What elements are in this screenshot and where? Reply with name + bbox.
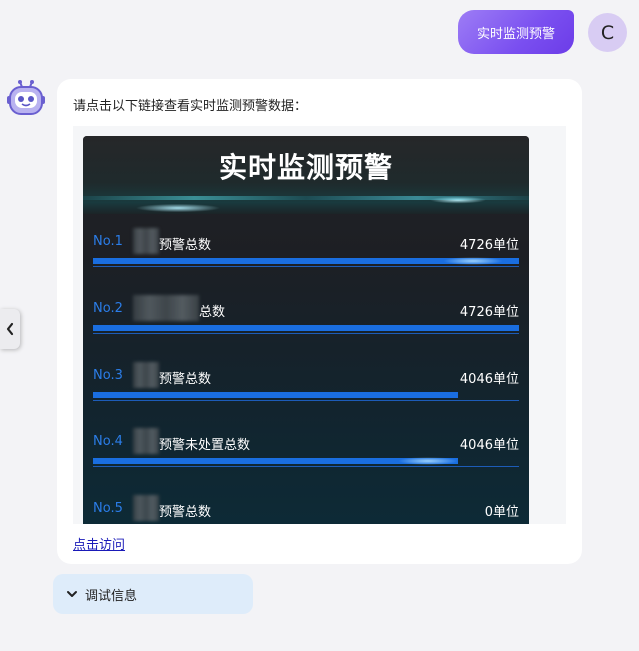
rank-divider xyxy=(93,466,519,467)
rank-number: No.5 xyxy=(93,501,123,516)
rank-row: No.4 预警未处置总数 4046单位 xyxy=(83,428,529,494)
rank-bar xyxy=(93,325,519,331)
rank-name: 预警未处置总数 xyxy=(159,438,251,453)
rank-bar-glow xyxy=(398,457,458,465)
rank-name: 预警总数 xyxy=(159,372,212,387)
redacted-mask xyxy=(133,228,159,254)
rank-bar xyxy=(93,257,519,265)
dashboard-header: 实时监测预警 xyxy=(83,136,529,214)
chevron-down-icon xyxy=(67,591,77,597)
rank-value: 4046单位 xyxy=(459,372,519,387)
embedded-dashboard-frame[interactable]: 实时监测预警 No.1 预警总数 4726单位 No.2 总数 4726单位 N… xyxy=(73,126,566,524)
redacted-mask xyxy=(133,428,159,454)
robot-icon xyxy=(6,78,46,118)
rank-bar-fill xyxy=(93,325,519,331)
rank-name: 预警总数 xyxy=(159,238,212,253)
user-message-bubble: 实时监测预警 xyxy=(458,10,574,54)
redacted-mask xyxy=(133,362,159,388)
rank-bar xyxy=(93,457,519,465)
user-avatar-letter: C xyxy=(600,21,615,44)
rank-divider xyxy=(93,333,519,334)
rank-row: No.2 总数 4726单位 xyxy=(83,295,529,361)
visit-link[interactable]: 点击访问 xyxy=(73,534,125,553)
sidebar-toggle-button[interactable] xyxy=(0,309,20,349)
rank-bar xyxy=(93,392,519,398)
chevron-left-icon xyxy=(6,322,14,336)
bot-message-card: 请点击以下链接查看实时监测预警数据： 实时监测预警 No.1 预警总数 4726… xyxy=(57,79,582,564)
rank-name: 总数 xyxy=(199,305,226,320)
rank-divider xyxy=(93,266,519,267)
rank-row: No.1 预警总数 4726单位 xyxy=(83,228,529,294)
rank-number: No.2 xyxy=(93,301,123,316)
bot-message-text: 请点击以下链接查看实时监测预警数据： xyxy=(73,99,308,114)
rank-value: 4046单位 xyxy=(459,438,519,453)
rank-bar-glow xyxy=(443,257,503,265)
dashboard-title: 实时监测预警 xyxy=(218,151,393,184)
rank-value: 0单位 xyxy=(484,505,519,520)
debug-info-toggle[interactable]: 调试信息 xyxy=(53,574,253,614)
user-avatar[interactable]: C xyxy=(588,13,627,52)
debug-info-label: 调试信息 xyxy=(85,588,138,604)
rank-number: No.4 xyxy=(93,434,123,449)
monitor-dashboard: 实时监测预警 No.1 预警总数 4726单位 No.2 总数 4726单位 N… xyxy=(83,136,529,524)
rank-number: No.1 xyxy=(93,234,123,249)
rank-row: No.5 预警总数 0单位 xyxy=(83,495,529,524)
rank-name: 预警总数 xyxy=(159,505,212,520)
rank-bar-fill xyxy=(93,392,458,398)
rank-row: No.3 预警总数 4046单位 xyxy=(83,362,529,428)
rank-number: No.3 xyxy=(93,368,123,383)
rank-value: 4726单位 xyxy=(459,238,519,253)
redacted-mask xyxy=(133,295,199,321)
user-message-text: 实时监测预警 xyxy=(476,26,555,42)
rank-divider xyxy=(93,400,519,401)
rank-value: 4726单位 xyxy=(459,305,519,320)
redacted-mask xyxy=(133,495,159,521)
